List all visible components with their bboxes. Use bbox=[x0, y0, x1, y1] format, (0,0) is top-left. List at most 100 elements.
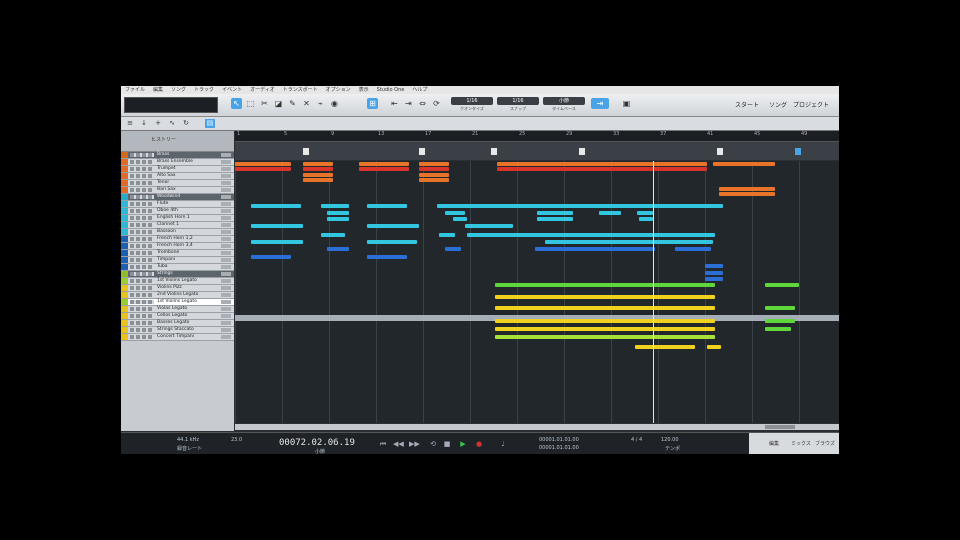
event-clip[interactable] bbox=[705, 277, 723, 281]
track-buttons[interactable] bbox=[130, 230, 154, 234]
volume-fader[interactable] bbox=[221, 181, 231, 185]
event-clip[interactable] bbox=[707, 345, 721, 349]
track-row[interactable]: Timpani bbox=[121, 257, 234, 264]
track-row[interactable]: French Horn 1,2 bbox=[121, 236, 234, 243]
track-color-swatch[interactable] bbox=[121, 292, 128, 298]
folder-track[interactable]: Strings bbox=[121, 271, 234, 278]
event-clip[interactable] bbox=[713, 162, 775, 166]
event-clip[interactable] bbox=[705, 271, 723, 275]
volume-fader[interactable] bbox=[221, 307, 231, 311]
track-color-swatch[interactable] bbox=[121, 222, 128, 228]
mix-view-button[interactable]: ミックス bbox=[791, 440, 811, 447]
event-clip[interactable] bbox=[637, 211, 653, 215]
track-buttons[interactable] bbox=[130, 244, 154, 248]
event-clip[interactable] bbox=[765, 319, 795, 323]
event-clip[interactable] bbox=[235, 167, 291, 171]
volume-fader[interactable] bbox=[221, 153, 231, 157]
volume-fader[interactable] bbox=[221, 174, 231, 178]
volume-fader[interactable] bbox=[221, 300, 231, 304]
track-row[interactable]: 1st Violins Legato bbox=[121, 278, 234, 285]
track-buttons[interactable] bbox=[130, 202, 154, 206]
track-color-swatch[interactable] bbox=[121, 194, 128, 200]
event-clip[interactable] bbox=[445, 211, 465, 215]
track-row[interactable]: English Horn 1 bbox=[121, 215, 234, 222]
event-clip[interactable] bbox=[327, 247, 349, 251]
eraser-tool-icon[interactable]: ◪ bbox=[273, 98, 284, 109]
event-clip[interactable] bbox=[639, 217, 653, 221]
track-color-swatch[interactable] bbox=[121, 271, 128, 277]
event-clip[interactable] bbox=[495, 335, 715, 339]
event-clip[interactable] bbox=[495, 319, 715, 323]
track-buttons[interactable] bbox=[130, 188, 154, 192]
track-row[interactable]: Flute bbox=[121, 201, 234, 208]
event-clip[interactable] bbox=[495, 283, 715, 287]
track-color-swatch[interactable] bbox=[121, 257, 128, 263]
volume-fader[interactable] bbox=[221, 293, 231, 297]
stop-icon[interactable]: ■ bbox=[443, 440, 451, 448]
track-row[interactable]: French Horn 3,4 bbox=[121, 243, 234, 250]
track-row[interactable]: Cellos Legato bbox=[121, 313, 234, 320]
event-clip[interactable] bbox=[303, 167, 333, 171]
event-clip[interactable] bbox=[497, 167, 707, 171]
volume-fader[interactable] bbox=[221, 314, 231, 318]
snap-icon[interactable]: ⊞ bbox=[367, 98, 378, 109]
event-clip[interactable] bbox=[495, 327, 715, 331]
volume-fader[interactable] bbox=[221, 209, 231, 213]
automation-icon[interactable]: ∿ bbox=[167, 119, 177, 128]
event-clip[interactable] bbox=[303, 178, 333, 182]
event-clip[interactable] bbox=[419, 167, 449, 171]
track-buttons[interactable] bbox=[130, 307, 154, 311]
track-color-swatch[interactable] bbox=[121, 285, 128, 291]
track-buttons[interactable] bbox=[130, 181, 154, 185]
track-color-swatch[interactable] bbox=[121, 236, 128, 242]
track-row[interactable]: Tenor bbox=[121, 180, 234, 187]
track-color-swatch[interactable] bbox=[121, 243, 128, 249]
volume-fader[interactable] bbox=[221, 279, 231, 283]
forward-icon[interactable]: ▶▶ bbox=[409, 440, 420, 448]
event-clip[interactable] bbox=[705, 264, 723, 268]
track-row[interactable]: Violins Pizz bbox=[121, 285, 234, 292]
marker-lane[interactable] bbox=[235, 142, 839, 160]
track-buttons[interactable] bbox=[130, 335, 154, 339]
track-buttons[interactable] bbox=[130, 237, 154, 241]
track-color-swatch[interactable] bbox=[121, 327, 128, 333]
event-clip[interactable] bbox=[303, 162, 333, 166]
menu-item[interactable]: オーディオ bbox=[250, 86, 275, 94]
track-row[interactable]: Tuba bbox=[121, 264, 234, 271]
listen-tool-icon[interactable]: ◉ bbox=[329, 98, 340, 109]
track-buttons[interactable] bbox=[130, 265, 154, 269]
menu-item[interactable]: 表示 bbox=[359, 86, 369, 94]
event-clip[interactable] bbox=[303, 173, 333, 177]
volume-fader[interactable] bbox=[221, 202, 231, 206]
add-track-icon[interactable]: + bbox=[153, 119, 163, 128]
volume-fader[interactable] bbox=[221, 335, 231, 339]
event-clip[interactable] bbox=[327, 211, 349, 215]
event-clip[interactable] bbox=[419, 162, 449, 166]
timebase-value[interactable]: 小節 bbox=[543, 97, 585, 105]
autoscroll-icon[interactable]: ⇥ bbox=[591, 98, 609, 109]
track-buttons[interactable] bbox=[130, 216, 154, 220]
track-color-swatch[interactable] bbox=[121, 320, 128, 326]
menu-item[interactable]: トラック bbox=[194, 86, 214, 94]
volume-fader[interactable] bbox=[221, 286, 231, 290]
folder-track[interactable]: Woodwind bbox=[121, 194, 234, 201]
track-color-swatch[interactable] bbox=[121, 187, 128, 193]
track-buttons[interactable] bbox=[130, 153, 154, 157]
track-buttons[interactable] bbox=[130, 195, 154, 199]
event-clip[interactable] bbox=[497, 162, 707, 166]
quantize-value[interactable]: 1/16 bbox=[451, 97, 493, 105]
range-tool-icon[interactable]: ⬚ bbox=[245, 98, 256, 109]
event-clip[interactable] bbox=[453, 217, 467, 221]
down-arrow-icon[interactable]: ↓ bbox=[139, 119, 149, 128]
volume-fader[interactable] bbox=[221, 167, 231, 171]
volume-fader[interactable] bbox=[221, 188, 231, 192]
marker-flag[interactable] bbox=[717, 148, 723, 155]
menu-item[interactable]: 編集 bbox=[153, 86, 163, 94]
volume-fader[interactable] bbox=[221, 244, 231, 248]
track-buttons[interactable] bbox=[130, 293, 154, 297]
track-color-swatch[interactable] bbox=[121, 173, 128, 179]
event-clip[interactable] bbox=[419, 178, 449, 182]
track-color-swatch[interactable] bbox=[121, 180, 128, 186]
menu-item[interactable]: オプション bbox=[326, 86, 351, 94]
event-clip[interactable] bbox=[359, 162, 409, 166]
